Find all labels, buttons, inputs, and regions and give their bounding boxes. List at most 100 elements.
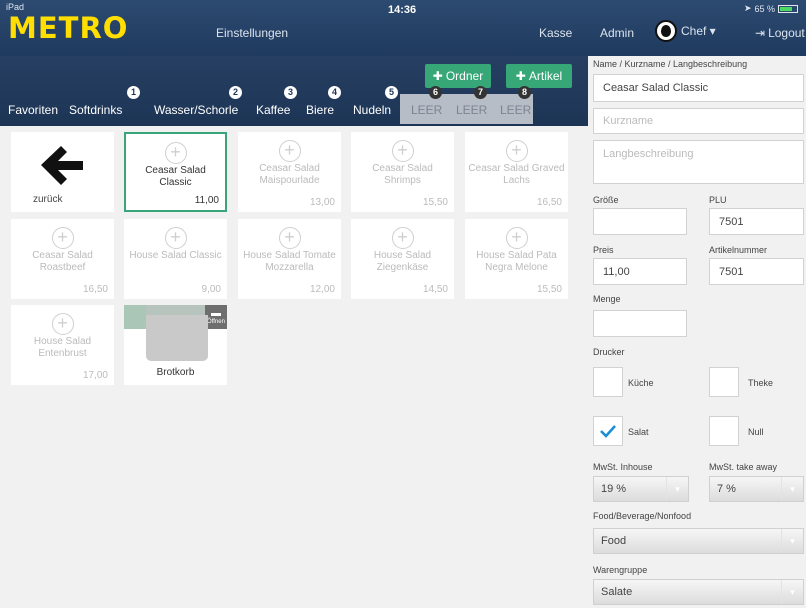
tile-name: Ceasar Salad Graved Lachs bbox=[468, 163, 565, 186]
product-tile[interactable]: + Ceasar Salad Shrimps 15,50 bbox=[351, 132, 454, 212]
mwst-takeaway-select[interactable]: 7 % ▾ bbox=[709, 476, 804, 502]
category-number-badge: 7 bbox=[474, 86, 487, 99]
top-bar: iPad 14:36 ➤ 65 % METRO Einstellungen Ka… bbox=[0, 0, 806, 56]
tile-price: 11,00 bbox=[194, 195, 219, 206]
tile-name: Ceasar Salad Classic bbox=[145, 165, 206, 188]
product-tile[interactable]: + House Salad Classic 9,00 bbox=[124, 219, 227, 299]
tab-leer-8[interactable]: 8 LEER bbox=[500, 86, 531, 122]
tile-price: 9,00 bbox=[201, 284, 221, 295]
printer-theke-checkbox[interactable] bbox=[709, 367, 739, 397]
menge-input[interactable] bbox=[593, 310, 687, 337]
user-menu[interactable]: Chef ▾ bbox=[655, 20, 716, 42]
tab-favoriten[interactable]: Favoriten bbox=[8, 100, 58, 122]
metro-logo: METRO bbox=[8, 11, 129, 45]
chevron-down-icon: ▾ bbox=[666, 477, 688, 501]
product-tile[interactable]: + House Salad Ziegenkäse 14,50 bbox=[351, 219, 454, 299]
tab-leer-7[interactable]: 7 LEER bbox=[456, 86, 487, 122]
tab-nudeln[interactable]: 5 Nudeln bbox=[353, 86, 398, 122]
folder-open-icon: ▬ bbox=[211, 308, 221, 319]
printer-salat-label: Salat bbox=[628, 427, 649, 437]
langbeschreibung-input[interactable]: Langbeschreibung bbox=[593, 140, 804, 184]
tile-price: 16,50 bbox=[536, 197, 562, 208]
tab-biere[interactable]: 4 Biere bbox=[306, 86, 341, 122]
tile-price: 12,00 bbox=[309, 284, 335, 295]
printer-kueche-checkbox[interactable] bbox=[593, 367, 623, 397]
mwst-inhouse-select[interactable]: 19 % ▾ bbox=[593, 476, 689, 502]
location-icon: ➤ bbox=[743, 3, 752, 13]
printer-kueche-label: Küche bbox=[628, 378, 654, 388]
tile-name: zurück bbox=[33, 194, 63, 205]
logout-button[interactable]: ⇥ Logout bbox=[755, 26, 805, 40]
back-tile[interactable]: zurück bbox=[11, 132, 114, 212]
warengruppe-select[interactable]: Salate ▾ bbox=[593, 579, 804, 605]
product-tile[interactable]: + Ceasar Salad Classic 11,00 bbox=[124, 132, 227, 212]
tile-name: Brotkorb bbox=[156, 367, 195, 378]
plus-circle-icon: + bbox=[391, 227, 414, 249]
logout-label: Logout bbox=[768, 26, 805, 40]
tab-wasser-schorle[interactable]: 2 Wasser/Schorle bbox=[154, 86, 242, 122]
tile-name: Ceasar Salad Maispourlade bbox=[259, 163, 320, 186]
gear-icon[interactable] bbox=[124, 305, 146, 329]
fbn-select[interactable]: Food ▾ bbox=[593, 528, 804, 554]
category-number-badge: 3 bbox=[284, 86, 297, 99]
nav-kasse[interactable]: Kasse bbox=[539, 26, 572, 40]
artikelnummer-label: Artikelnummer bbox=[709, 245, 768, 255]
printer-salat-checkbox[interactable] bbox=[593, 416, 623, 446]
tab-kaffee[interactable]: 3 Kaffee bbox=[256, 86, 297, 122]
tile-name: House Salad Tomate Mozzarella bbox=[243, 250, 336, 273]
folder-icon bbox=[146, 315, 208, 361]
product-tile[interactable]: + Ceasar Salad Maispourlade 13,00 bbox=[238, 132, 341, 212]
status-time: 14:36 bbox=[388, 4, 417, 16]
open-folder-label: Öffnen bbox=[207, 319, 225, 325]
category-number-badge: 2 bbox=[229, 86, 242, 99]
tile-price: 16,50 bbox=[82, 284, 108, 295]
product-tile[interactable]: + House Salad Tomate Mozzarella 12,00 bbox=[238, 219, 341, 299]
plu-input[interactable]: 7501 bbox=[709, 208, 804, 235]
nav-einstellungen[interactable]: Einstellungen bbox=[216, 26, 288, 40]
fbn-label: Food/Beverage/Nonfood bbox=[593, 511, 692, 521]
add-folder-label: Ordner bbox=[445, 69, 484, 83]
plus-circle-icon: + bbox=[51, 313, 74, 335]
groesse-input[interactable] bbox=[593, 208, 687, 235]
product-tile[interactable]: + House Salad Pata Negra Melone 15,50 bbox=[465, 219, 568, 299]
product-tile[interactable]: + Ceasar Salad Graved Lachs 16,50 bbox=[465, 132, 568, 212]
folder-tile[interactable]: ▬ Öffnen Brotkorb bbox=[124, 305, 227, 385]
product-tile[interactable]: + Ceasar Salad Roastbeef 16,50 bbox=[11, 219, 114, 299]
plus-icon: ✚ bbox=[515, 69, 526, 83]
category-number-badge: 6 bbox=[429, 86, 442, 99]
product-tile[interactable]: + House Salad Entenbrust 17,00 bbox=[11, 305, 114, 385]
name-label: Name / Kurzname / Langbeschreibung bbox=[593, 59, 748, 69]
plus-circle-icon: + bbox=[278, 140, 301, 162]
tab-softdrinks[interactable]: 1 Softdrinks bbox=[69, 86, 140, 122]
menge-label: Menge bbox=[593, 294, 621, 304]
tile-name: Ceasar Salad Shrimps bbox=[372, 163, 433, 186]
logout-icon: ⇥ bbox=[755, 26, 766, 40]
printer-theke-label: Theke bbox=[748, 378, 774, 388]
plus-circle-icon: + bbox=[164, 227, 187, 249]
plu-label: PLU bbox=[709, 195, 727, 205]
tab-leer-6[interactable]: 6 LEER bbox=[411, 86, 442, 122]
open-folder-button[interactable]: ▬ Öffnen bbox=[205, 305, 227, 329]
category-number-badge: 5 bbox=[385, 86, 398, 99]
add-folder-button[interactable]: ✚ Ordner bbox=[425, 64, 491, 88]
status-battery: ➤ 65 % bbox=[744, 3, 798, 14]
add-article-button[interactable]: ✚ Artikel bbox=[506, 64, 572, 88]
plus-circle-icon: + bbox=[391, 140, 414, 162]
kurzname-input[interactable]: Kurzname bbox=[593, 108, 804, 134]
drucker-label: Drucker bbox=[593, 347, 625, 357]
name-input[interactable]: Ceasar Salad Classic bbox=[593, 74, 804, 102]
warengruppe-label: Warengruppe bbox=[593, 565, 648, 575]
preis-input[interactable]: 11,00 bbox=[593, 258, 687, 285]
plus-circle-icon: + bbox=[278, 227, 301, 249]
tile-name: House Salad Ziegenkäse bbox=[373, 250, 432, 273]
plus-circle-icon: + bbox=[51, 227, 74, 249]
artikelnummer-input[interactable]: 7501 bbox=[709, 258, 804, 285]
tile-price: 15,50 bbox=[536, 284, 562, 295]
user-menu-label: Chef ▾ bbox=[681, 24, 716, 38]
battery-icon bbox=[778, 4, 798, 13]
tile-name: Ceasar Salad Roastbeef bbox=[32, 250, 93, 273]
printer-null-checkbox[interactable] bbox=[709, 416, 739, 446]
checkmark-icon bbox=[600, 425, 616, 438]
tile-name: House Salad Pata Negra Melone bbox=[476, 250, 557, 273]
nav-admin[interactable]: Admin bbox=[600, 26, 634, 40]
